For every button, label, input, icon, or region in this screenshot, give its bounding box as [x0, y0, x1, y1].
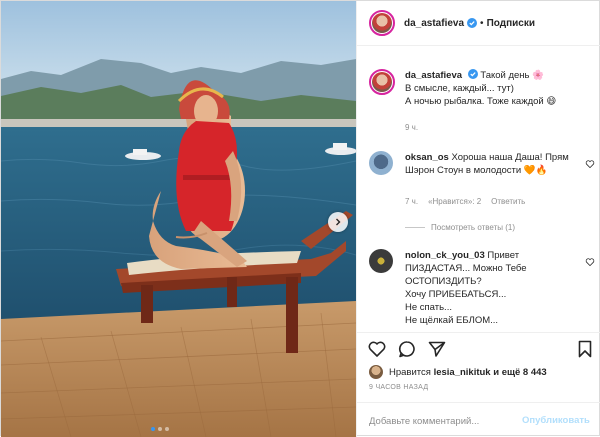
comments-scroll-area[interactable]: da_astafieva Такой день 🌸 В смысле, кажд… — [357, 47, 600, 331]
following-button[interactable]: Подписки — [487, 18, 535, 29]
comment-meta: 7 ч. «Нравится»: 2 Ответить — [405, 197, 525, 206]
likes-prefix: Нравится — [389, 366, 431, 378]
commenter-avatar[interactable] — [369, 249, 393, 273]
commenter-avatar[interactable] — [369, 151, 393, 175]
view-replies-label: Посмотреть ответы (1) — [431, 223, 516, 232]
caption-username[interactable]: da_astafieva — [405, 70, 462, 81]
caption-line-1: Такой день — [480, 70, 530, 81]
commenter-username[interactable]: oksan_os — [405, 152, 449, 163]
comment-line-4: Хочу ПРИБЕБАТЬСЯ... — [405, 289, 507, 300]
post-actions-bar — [357, 332, 600, 362]
flower-emoji-icon: 🌸 — [532, 70, 544, 81]
carousel-dot — [165, 427, 169, 431]
comment-like-heart-icon[interactable] — [585, 257, 595, 267]
caption-avatar[interactable] — [369, 69, 395, 95]
comment-icon[interactable] — [397, 339, 417, 359]
laugh-emoji-icon: 😄 — [546, 96, 557, 107]
instagram-post: da_astafieva • Подписки da_astafieva Так… — [0, 0, 600, 437]
caption-time[interactable]: 9 ч. — [405, 123, 418, 132]
carousel-dot — [158, 427, 162, 431]
caption-line-3: А ночью рыбалка. Тоже каждой — [405, 96, 544, 107]
add-comment-bar: Опубликовать — [357, 402, 600, 437]
verified-badge-icon — [467, 69, 478, 79]
comment-line-2: ПИЗДАСТАЯ... Можно Тебе — [405, 263, 527, 274]
likes-summary: Нравится lesia_nikituk и ещё 8 443 — [369, 365, 547, 379]
liker-username[interactable]: lesia_nikituk — [434, 367, 491, 378]
comment-line-1: Привет — [487, 250, 520, 261]
publish-button[interactable]: Опубликовать — [522, 415, 590, 426]
replies-divider — [405, 227, 425, 228]
comment-line-5: Не спать... — [405, 302, 452, 313]
verified-badge-icon — [467, 18, 478, 28]
carousel-dot-active — [151, 427, 155, 431]
chevron-right-icon — [336, 218, 341, 226]
post-header: da_astafieva • Подписки — [357, 1, 600, 46]
comment-like-heart-icon[interactable] — [585, 159, 595, 169]
carousel-indicator — [151, 427, 169, 431]
comment-text: nolon_ck_you_03 Привет ПИЗДАСТАЯ... Можн… — [405, 249, 573, 327]
author-avatar[interactable] — [369, 10, 395, 36]
add-comment-input[interactable] — [369, 413, 519, 429]
comment-text: oksan_os Хороша наша Даша! Прям Шэрон Ст… — [405, 151, 573, 177]
hearts-emoji-icon: 🧡🔥 — [523, 165, 548, 176]
caption-line-2: В смысле, каждый... тут) — [405, 83, 514, 94]
likes-count-link[interactable]: и ещё 8 443 — [493, 367, 546, 378]
view-replies-button[interactable]: Посмотреть ответы (1) — [405, 223, 515, 232]
post-timestamp[interactable]: 9 ЧАСОВ НАЗАД — [369, 384, 428, 391]
author-username[interactable]: da_astafieva — [404, 18, 464, 29]
comment-likes-count[interactable]: «Нравится»: 2 — [428, 197, 481, 206]
heart-icon[interactable] — [367, 339, 387, 359]
bookmark-icon[interactable] — [575, 339, 595, 359]
comment-line-3: ОСТОПИЗДИТЬ? — [405, 276, 482, 287]
reply-button[interactable]: Ответить — [491, 197, 525, 206]
header-separator: • — [480, 17, 484, 29]
post-photo[interactable] — [1, 1, 356, 437]
comment-time[interactable]: 7 ч. — [405, 197, 418, 206]
caption-text: da_astafieva Такой день 🌸 В смысле, кажд… — [405, 69, 595, 108]
liker-avatar[interactable] — [369, 365, 383, 379]
paper-plane-icon[interactable] — [427, 339, 447, 359]
comment-line-6: Не щёлкай ЕБЛОМ... — [405, 315, 499, 326]
beach-photo-illustration — [1, 1, 356, 437]
next-slide-button[interactable] — [328, 212, 348, 232]
post-side-panel: da_astafieva • Подписки da_astafieva Так… — [356, 1, 600, 437]
commenter-username[interactable]: nolon_ck_you_03 — [405, 250, 485, 261]
